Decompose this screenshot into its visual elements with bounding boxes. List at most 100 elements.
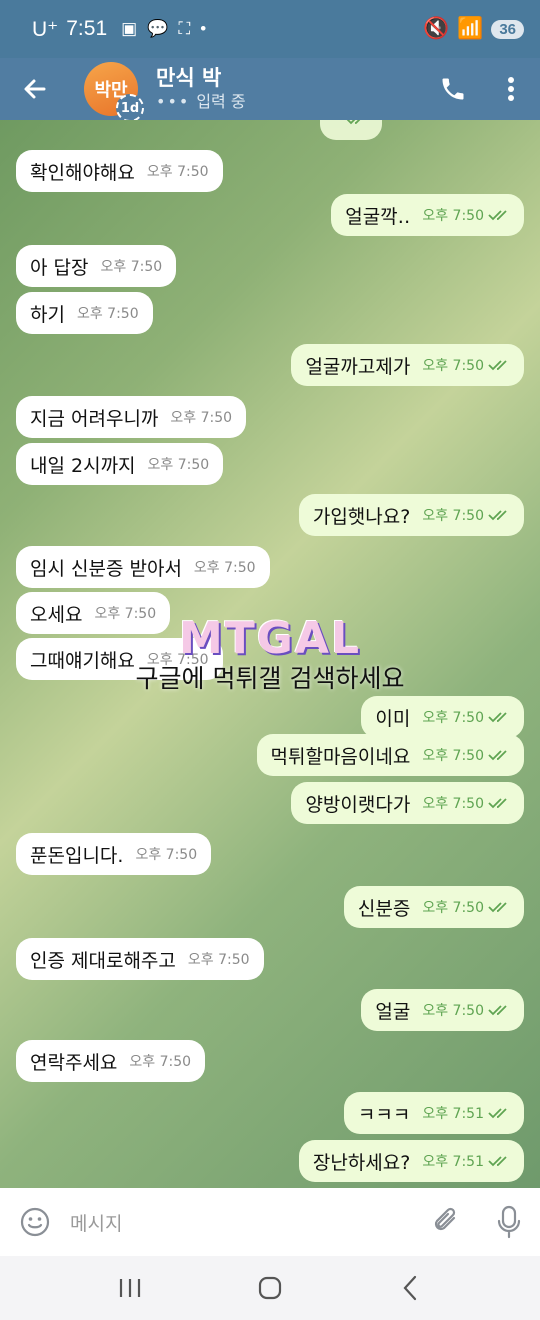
message-text: 얼굴까고제가 [305,355,411,378]
message-time: 오후 7:50 [129,1054,192,1070]
message-time: 오후 7:50 [135,847,198,863]
message-meta: 오후 7:50 [422,205,510,225]
message-bubble-outgoing[interactable]: 이미 오후 7:50 [361,696,524,738]
message-time: 오후 7:50 [422,508,484,524]
message-bubble-incoming[interactable]: 하기 오후 7:50 [16,292,153,334]
message-meta: 오후 7:50 [422,505,510,525]
message-meta: 오후 7:50 [194,557,256,577]
message-meta: 오후 7:50 [129,1051,191,1071]
arrow-left-icon[interactable] [0,58,70,120]
watermark-logo: MTGAL [178,613,361,664]
double-check-icon [488,210,507,221]
message-time: 오후 7:50 [422,796,484,812]
dot-icon: • [200,19,207,38]
double-check-icon [488,1005,507,1016]
capture-icon: ⛶ [178,19,191,38]
message-text: 연락주세요 [30,1051,118,1074]
message-time: 오후 7:50 [422,1003,484,1019]
battery-indicator: 36 [491,19,524,39]
typing-dots: ••• [156,92,191,111]
message-bubble-incoming[interactable]: 인증 제대로해주고 오후 7:50 [16,938,264,980]
chat-notification-icon: 💬 [147,19,169,38]
message-meta: 오후 7:50 [77,303,139,323]
more-vertical-icon[interactable] [482,58,540,120]
message-bubble-outgoing[interactable]: 얼굴깍‥ 오후 7:50 [331,194,524,236]
message-text: 이미 [375,707,411,730]
message-input[interactable]: 메시지 [70,1209,416,1236]
chat-name: 만식 박 [156,66,222,90]
message-text: 먹튀할마음이네요 [270,745,411,768]
double-check-icon [488,750,507,761]
message-text: 장난하세요? [312,1151,411,1174]
message-bubble-incoming[interactable]: 연락주세요 오후 7:50 [16,1040,206,1082]
message-meta: 오후 7:50 [170,407,232,427]
message-meta: 오후 7:50 [422,355,510,375]
message-text: 임시 신분증 받아서 [30,557,182,580]
message-bubble-incoming[interactable]: 내일 2시까지 오후 7:50 [16,443,224,485]
message-time: 오후 7:51 [422,1154,484,1170]
message-bubble-outgoing[interactable]: 장난하세요? 오후 7:51 [298,1140,524,1182]
system-navigation-bar [0,1256,540,1320]
message-time: 오후 7:50 [100,259,163,275]
message-bubble-incoming[interactable]: 푼돈입니다. 오후 7:50 [16,833,212,875]
emoji-icon[interactable] [0,1206,70,1238]
message-time: 오후 7:50 [146,164,209,180]
status-time: 7:51 [66,17,108,40]
message-bubble-incoming[interactable]: 아 답장 오후 7:50 [16,245,177,287]
typing-status: ••• 입력 중 [156,91,424,113]
microphone-icon[interactable] [478,1205,540,1239]
avatar[interactable]: 박만 1d [84,62,144,122]
double-check-icon [488,360,507,371]
message-bubble-incoming[interactable]: 확인해야해요 오후 7:50 [16,150,223,192]
message-text: 지금 어려우니까 [30,407,159,430]
message-bubble-incoming[interactable]: 지금 어려우니까 오후 7:50 [16,396,247,438]
home-icon[interactable] [240,1258,300,1318]
screenshot-icon: ▣ [121,19,138,38]
double-check-icon [488,1108,507,1119]
message-bubble-outgoing[interactable]: 얼굴까고제가 오후 7:50 [291,344,524,386]
message-time: 오후 7:50 [422,900,484,916]
message-bubble-outgoing[interactable]: ㅋㅋㅋ 오후 7:51 [343,1092,524,1134]
message-bubble-outgoing[interactable]: 양방이랫다가 오후 7:50 [291,782,524,824]
message-bubble-incoming[interactable]: 임시 신분증 받아서 오후 7:50 [16,546,270,588]
message-bubble-outgoing[interactable]: 신분증 오후 7:50 [343,886,524,928]
message-time: 오후 7:50 [76,306,139,322]
typing-status-text: 입력 중 [196,92,246,111]
message-bubble-outgoing[interactable]: 얼굴 오후 7:50 [361,989,524,1031]
phone-icon[interactable] [424,58,482,120]
message-text: 신분증 [357,897,411,920]
double-check-icon [488,712,507,723]
message-time: 오후 7:50 [422,748,484,764]
message-text: 확인해야해요 [30,161,135,184]
back-nav-icon[interactable] [380,1258,440,1318]
message-meta: 오후 7:50 [422,707,510,727]
message-time: 오후 7:51 [422,1106,484,1122]
message-text: 얼굴깍‥ [345,205,411,228]
message-text: 하기 [30,303,65,326]
watermark: MTGAL 구글에 먹튀갤 검색하세요 [0,615,540,695]
message-time: 오후 7:50 [422,710,484,726]
recent-apps-icon[interactable] [100,1258,160,1318]
carrier-label: U⁺ [32,17,59,41]
watermark-text: 구글에 먹튀갤 검색하세요 [135,664,405,693]
message-meta: 오후 7:50 [422,1000,510,1020]
message-list[interactable]: 확인해야해요 오후 7:50 얼굴깍‥ 오후 7:50 아 답장 오후 7:50 하기 오후 … [0,120,540,1188]
chat-header: 박만 1d 만식 박 ••• 입력 중 [0,58,540,122]
story-badge: 1d [116,94,144,122]
message-bubble-outgoing[interactable]: 가입햇나요? 오후 7:50 [298,494,524,536]
message-text: 아 답장 [30,256,89,279]
message-bubble-outgoing[interactable]: 먹튀할마음이네요 오후 7:50 [256,734,524,776]
double-check-icon [346,120,361,125]
message-meta: 오후 7:51 [422,1151,510,1171]
message-text: ㅋㅋㅋ [357,1103,411,1126]
wifi-icon: 📶 [457,17,484,40]
paperclip-icon[interactable] [416,1206,478,1238]
chat-title-block[interactable]: 만식 박 ••• 입력 중 [156,65,424,113]
double-check-icon [488,798,507,809]
message-composer: 메시지 [0,1188,540,1256]
message-text: 인증 제대로해주고 [30,949,176,972]
message-meta: 오후 7:50 [100,256,162,276]
double-check-icon [488,510,507,521]
message-meta: 오후 7:50 [135,844,197,864]
message-meta: 오후 7:50 [422,745,510,765]
